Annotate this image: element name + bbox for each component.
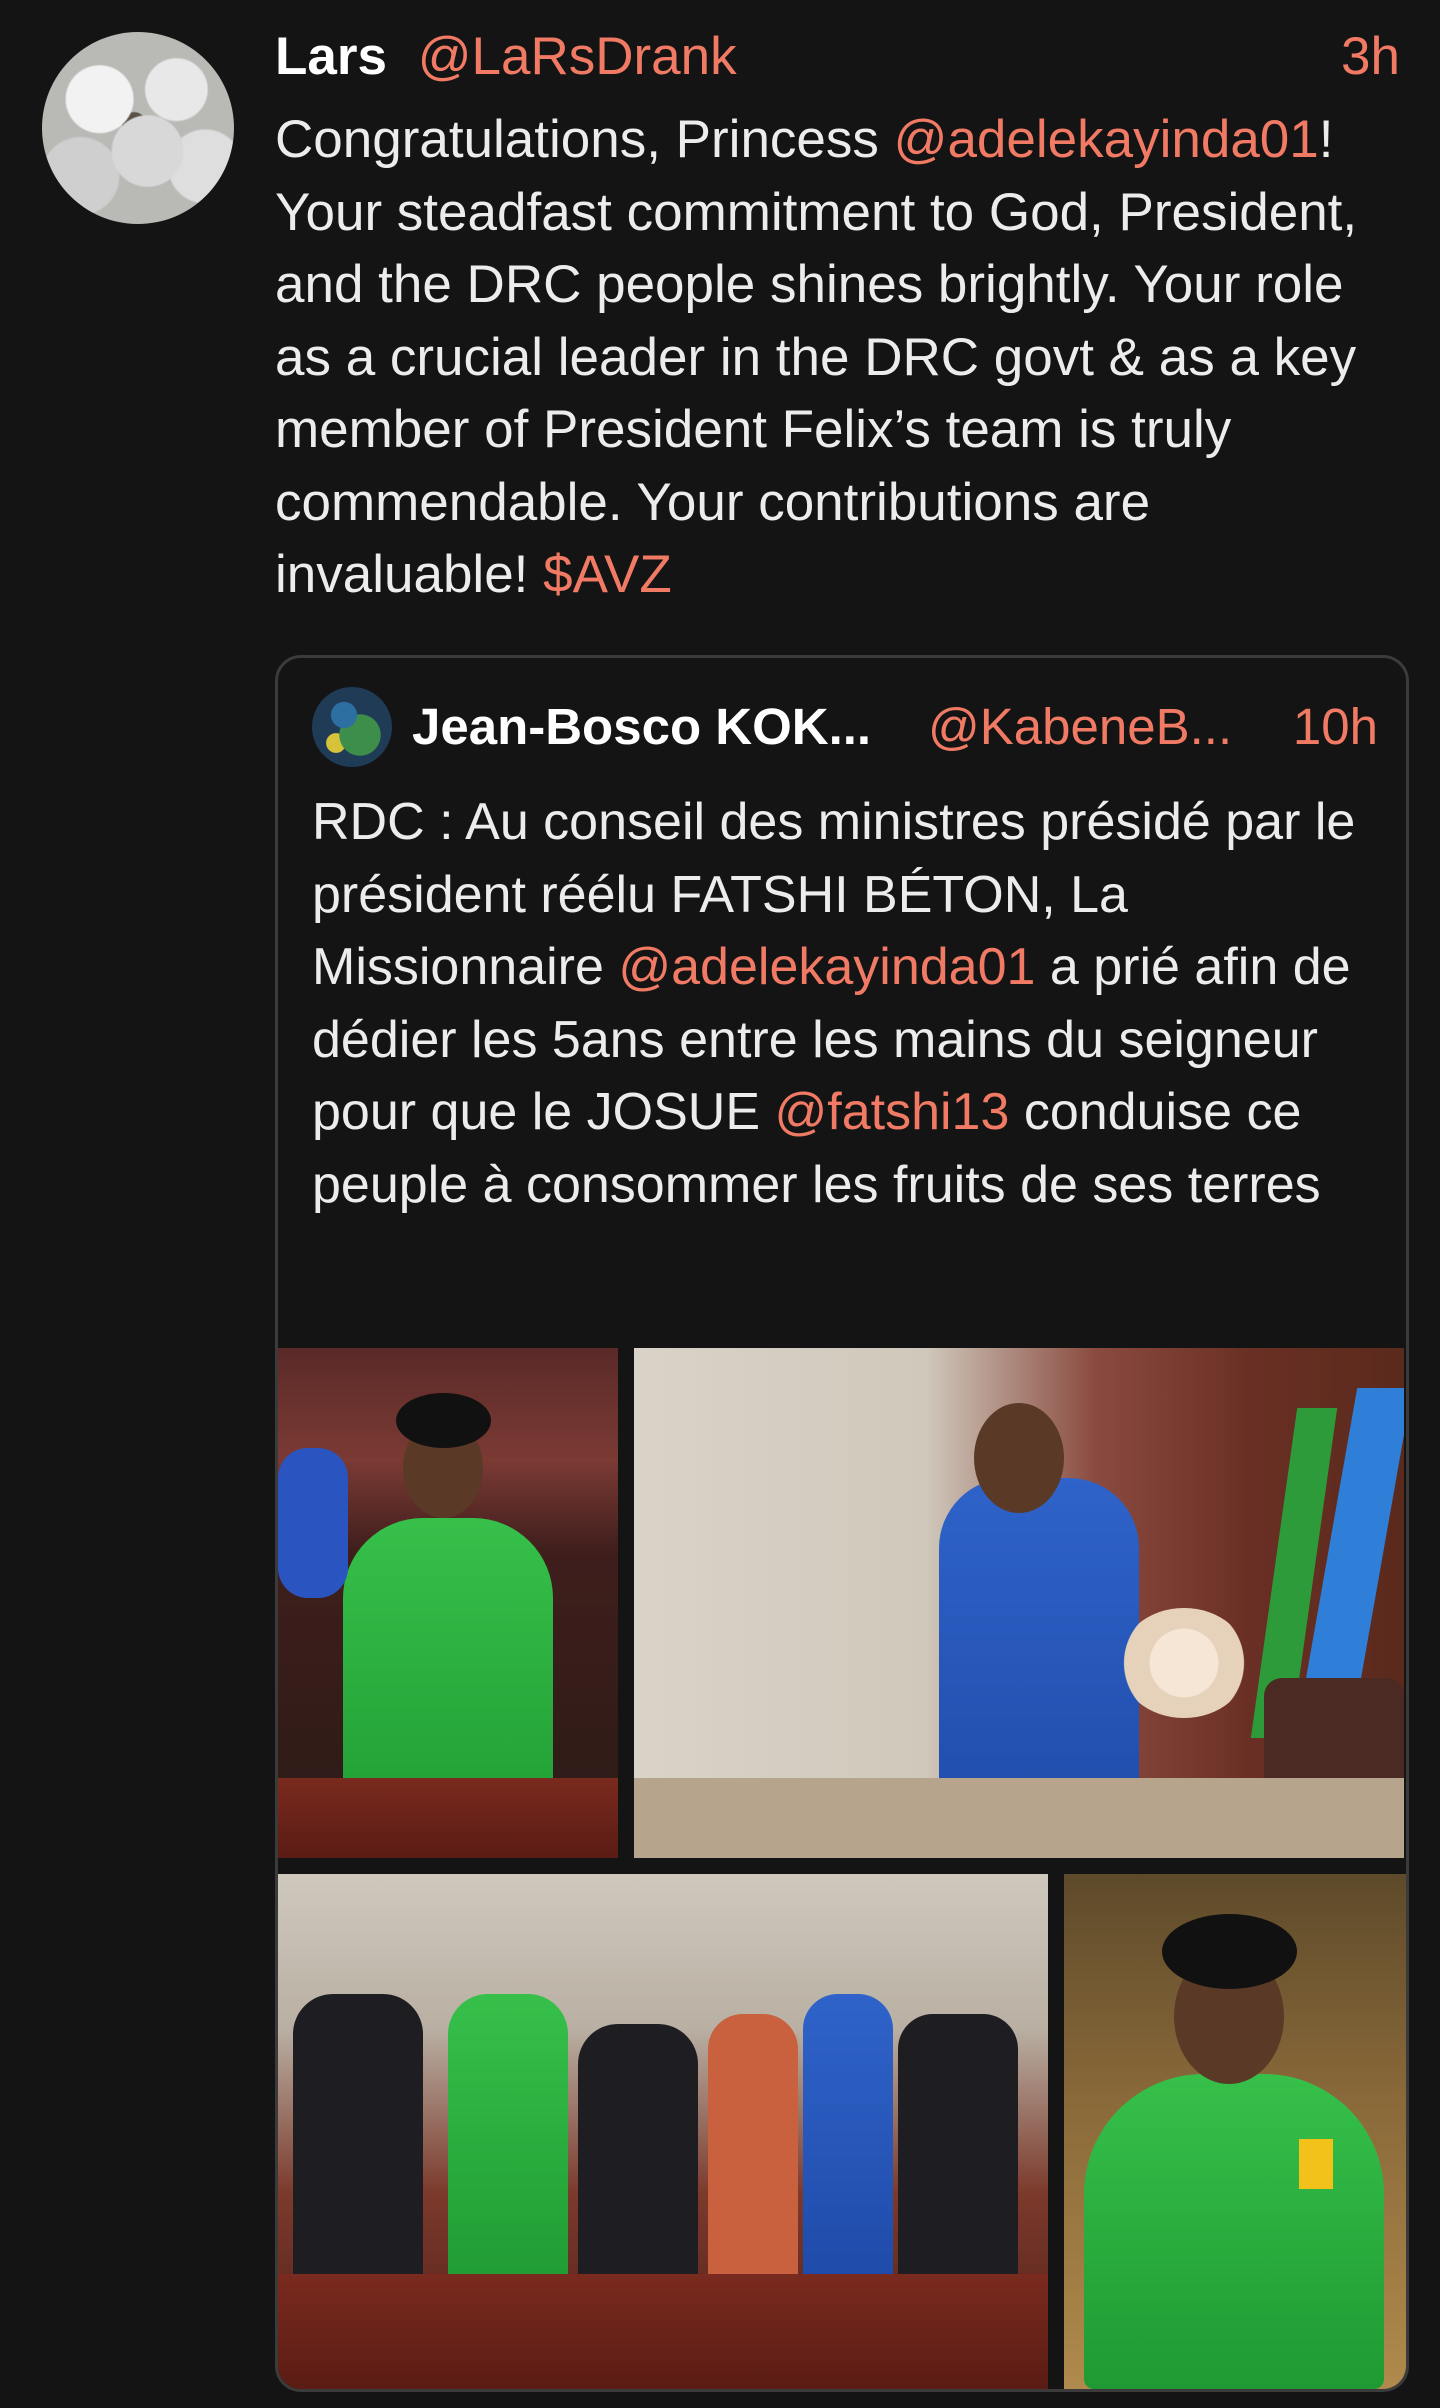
person xyxy=(898,2014,1018,2294)
quoted-header: Jean-Bosco KOK... @KabeneB... 10h xyxy=(412,692,1378,762)
green-dress-figure xyxy=(448,1994,568,2294)
author-name[interactable]: Lars xyxy=(275,27,387,86)
tweet-text-part: Congratulations, Princess xyxy=(275,110,894,169)
table xyxy=(278,2274,1048,2389)
person xyxy=(578,2024,698,2294)
photo-2[interactable] xyxy=(634,1348,1404,1858)
tweet-time[interactable]: 3h xyxy=(1341,22,1400,92)
flowers xyxy=(1119,1608,1249,1718)
mention-link[interactable]: @adelekayinda01 xyxy=(894,110,1319,169)
tweet-header: Lars @LaRsDrank 3h xyxy=(275,22,1400,92)
author-handle[interactable]: @LaRsDrank xyxy=(418,27,737,86)
table xyxy=(634,1778,1404,1858)
tweet-text: Congratulations, Princess @adelekayinda0… xyxy=(275,104,1405,612)
person xyxy=(803,1994,893,2294)
cashtag-link[interactable]: $AVZ xyxy=(543,545,672,604)
quoted-time[interactable]: 10h xyxy=(1293,692,1378,762)
tweet-text-part: ! Your steadfast commitment to God, Pres… xyxy=(275,110,1358,604)
face xyxy=(974,1403,1064,1513)
table xyxy=(278,1778,618,1858)
photo-4[interactable] xyxy=(1064,1874,1406,2389)
hair xyxy=(396,1393,491,1448)
quoted-author-handle[interactable]: @KabeneB... xyxy=(928,692,1232,762)
mention-link[interactable]: @adelekayinda01 xyxy=(618,938,1035,996)
photo-3[interactable] xyxy=(278,1874,1048,2389)
quoted-tweet[interactable]: Jean-Bosco KOK... @KabeneB... 10h RDC : … xyxy=(275,655,1409,2392)
photo-1[interactable] xyxy=(278,1348,618,1858)
person xyxy=(708,2014,798,2294)
hair xyxy=(1162,1914,1297,1989)
mention-link[interactable]: @fatshi13 xyxy=(774,1083,1009,1141)
quoted-author-name[interactable]: Jean-Bosco KOK... xyxy=(412,698,871,755)
person xyxy=(293,1994,423,2294)
author-avatar[interactable] xyxy=(42,32,234,224)
quoted-avatar[interactable] xyxy=(312,687,392,767)
badge xyxy=(1299,2139,1333,2189)
quoted-text: RDC : Au conseil des ministres présidé p… xyxy=(312,786,1382,1221)
green-dress-figure xyxy=(1084,2074,1384,2389)
background-person xyxy=(278,1448,348,1598)
